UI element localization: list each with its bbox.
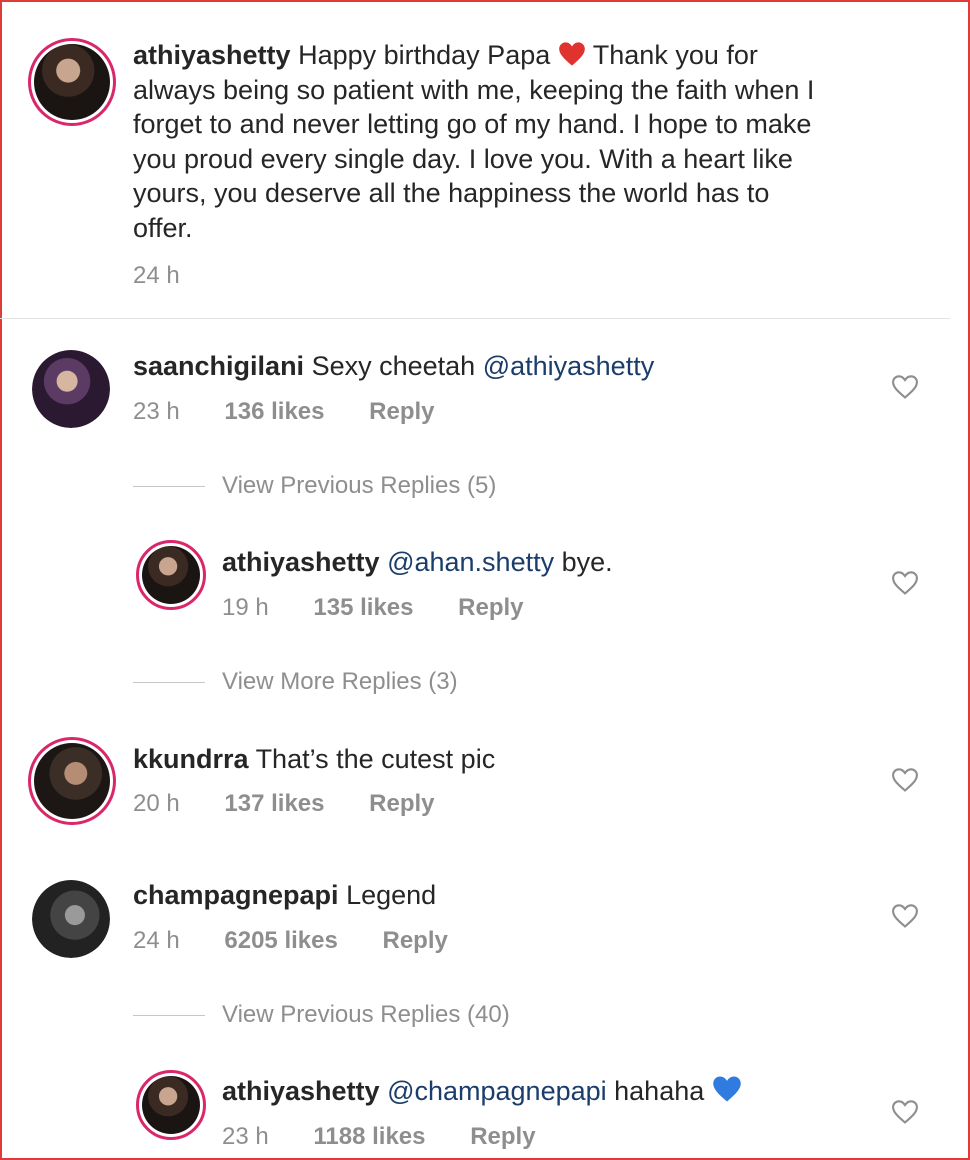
caption-line: always being so patient with me, keeping… (133, 74, 815, 105)
caption-line: forget to and never letting go of my han… (133, 109, 812, 139)
view-previous-replies[interactable]: View Previous Replies (5) (222, 472, 496, 500)
comment-likes[interactable]: 6205 likes (224, 927, 337, 954)
reply-mention[interactable]: @ahan.shetty (387, 547, 554, 577)
comment-body: Sexy cheetah (311, 351, 483, 381)
heart-outline-icon[interactable] (891, 1099, 919, 1125)
red-heart-icon (558, 42, 585, 66)
comment-meta: 20 h 137 likes Reply (133, 790, 435, 818)
reply-text: athiyashetty @ahan.shetty bye. (222, 545, 613, 580)
comment-text: saanchigilani Sexy cheetah @athiyashetty (133, 349, 654, 384)
view-replies-line (133, 682, 205, 683)
avatar[interactable] (136, 540, 206, 610)
caption-text-after: Thank you for (592, 40, 758, 70)
caption-username[interactable]: athiyashetty (133, 40, 291, 70)
avatar[interactable] (32, 350, 110, 428)
caption-time: 24 h (133, 262, 180, 289)
reply-time: 23 h (222, 1123, 269, 1150)
heart-outline-icon[interactable] (891, 767, 919, 793)
reply-text: athiyashetty @champagnepapi hahaha (222, 1074, 742, 1109)
caption-text-start: Happy birthday Papa (298, 40, 551, 70)
reply-button[interactable]: Reply (369, 398, 434, 425)
comment-time: 20 h (133, 790, 180, 817)
reply-button[interactable]: Reply (383, 927, 448, 954)
heart-outline-icon[interactable] (891, 374, 919, 400)
blue-heart-icon (713, 1076, 741, 1102)
view-replies-line (133, 486, 205, 487)
heart-outline-icon[interactable] (891, 903, 919, 929)
reply-meta: 19 h 135 likes Reply (222, 594, 524, 622)
reply-body: hahaha (606, 1076, 705, 1106)
comment-time: 24 h (133, 927, 180, 954)
comment-text: kkundrra That’s the cutest pic (133, 742, 495, 777)
comment-username[interactable]: saanchigilani (133, 351, 304, 381)
reply-body: bye. (554, 547, 613, 577)
comment-body: That’s the cutest pic (255, 744, 496, 774)
comment-meta: 24 h 6205 likes Reply (133, 927, 448, 955)
comment-text: champagnepapi Legend (133, 878, 436, 913)
view-more-replies[interactable]: View More Replies (3) (222, 668, 458, 696)
comment-username[interactable]: kkundrra (133, 744, 249, 774)
avatar[interactable] (32, 880, 110, 958)
comment-likes[interactable]: 136 likes (224, 398, 324, 425)
avatar[interactable] (136, 1070, 206, 1140)
caption-line: yours, you deserve all the happiness the… (133, 178, 770, 208)
caption-line: offer. (133, 212, 193, 243)
caption-text: athiyashetty Happy birthday Papa Thank y… (133, 38, 933, 245)
avatar[interactable] (28, 38, 116, 126)
reply-button[interactable]: Reply (458, 594, 523, 621)
reply-mention[interactable]: @champagnepapi (387, 1076, 607, 1106)
heart-outline-icon[interactable] (891, 570, 919, 596)
comment-mention[interactable]: @athiyashetty (483, 351, 655, 381)
comment-time: 23 h (133, 398, 180, 425)
reply-username[interactable]: athiyashetty (222, 547, 380, 577)
avatar[interactable] (28, 737, 116, 825)
divider (0, 318, 950, 319)
reply-meta: 23 h 1188 likes Reply (222, 1123, 536, 1151)
caption-line: you proud every single day. I love you. … (133, 143, 793, 174)
reply-username[interactable]: athiyashetty (222, 1076, 380, 1106)
comment-username[interactable]: champagnepapi (133, 880, 339, 910)
view-previous-replies[interactable]: View Previous Replies (40) (222, 1001, 510, 1029)
reply-likes[interactable]: 1188 likes (313, 1123, 425, 1150)
reply-likes[interactable]: 135 likes (313, 594, 413, 621)
view-replies-line (133, 1015, 205, 1016)
reply-time: 19 h (222, 594, 269, 621)
comment-likes[interactable]: 137 likes (224, 790, 324, 817)
reply-button[interactable]: Reply (470, 1123, 535, 1150)
comment-meta: 23 h 136 likes Reply (133, 398, 435, 426)
reply-button[interactable]: Reply (369, 790, 434, 817)
comment-body: Legend (346, 880, 437, 910)
